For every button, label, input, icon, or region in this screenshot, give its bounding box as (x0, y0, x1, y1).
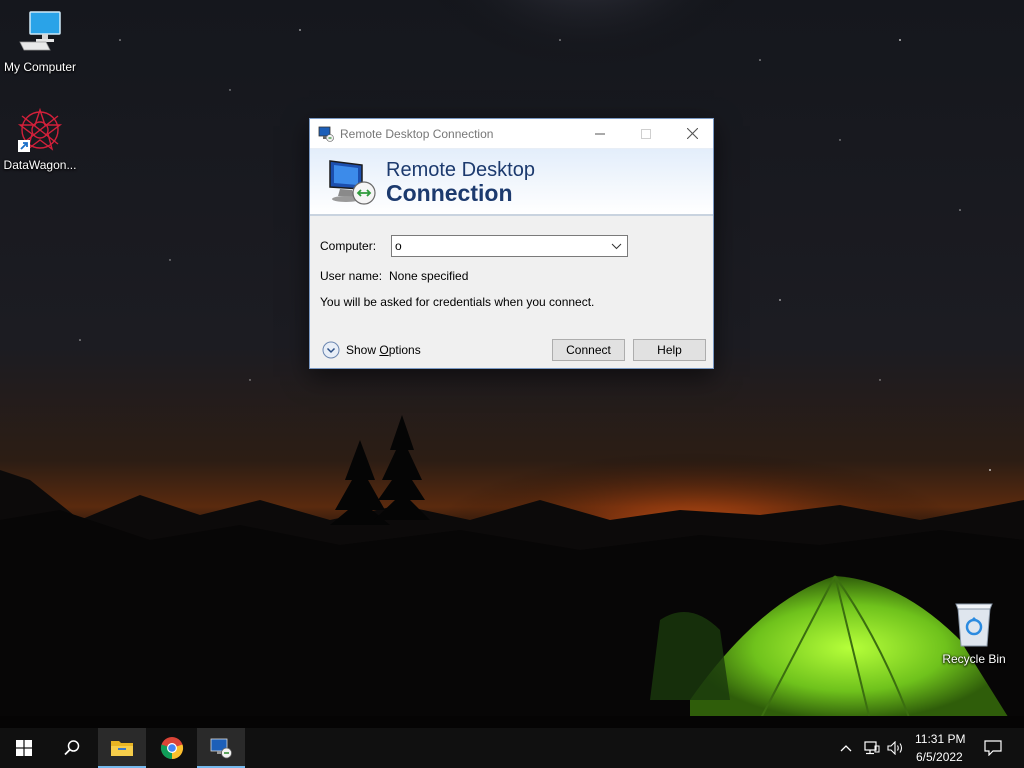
banner-title-line1: Remote Desktop (386, 159, 535, 181)
network-icon (864, 741, 880, 755)
network-tray-button[interactable] (859, 728, 885, 768)
remote-desktop-icon (210, 738, 232, 759)
title-bar[interactable]: Remote Desktop Connection (310, 119, 713, 148)
show-options-label: Show Options (346, 343, 421, 357)
desktop-icon-label: My Computer (3, 60, 77, 74)
maximize-icon (641, 128, 651, 139)
chevron-down-icon[interactable] (611, 241, 622, 252)
search-icon (64, 740, 80, 756)
desktop-icon-label: DataWagon... (3, 158, 77, 172)
volume-tray-button[interactable] (884, 728, 908, 768)
chrome-icon (160, 737, 184, 760)
taskbar-remote-desktop[interactable] (197, 728, 245, 768)
search-button[interactable] (48, 728, 96, 768)
taskbar: 11:31 PM 6/5/2022 (0, 728, 1024, 768)
username-value: None specified (389, 269, 469, 283)
action-center-button[interactable] (978, 728, 1008, 768)
notification-icon (984, 740, 1002, 756)
start-button[interactable] (0, 728, 48, 768)
taskbar-chrome[interactable] (148, 728, 196, 768)
show-hidden-icons-button[interactable] (834, 728, 858, 768)
desktop-wallpaper (0, 0, 1024, 768)
window-title: Remote Desktop Connection (340, 126, 494, 141)
taskbar-file-explorer[interactable] (98, 728, 146, 768)
computer-label: Computer: (320, 239, 377, 253)
show-options-label-prefix: Show (346, 343, 380, 357)
remote-desktop-logo-icon (329, 160, 376, 205)
desktop-icon-recycle-bin[interactable]: Recycle Bin (934, 600, 1014, 666)
help-button[interactable]: Help (633, 339, 706, 361)
connect-button[interactable]: Connect (552, 339, 625, 361)
computer-combobox[interactable] (391, 235, 628, 257)
show-options-label-suffix: ptions (388, 343, 421, 357)
file-explorer-icon (111, 741, 133, 756)
dialog-banner: Remote Desktop Connection (310, 148, 713, 216)
chevron-up-icon (840, 745, 852, 752)
banner-title-line2: Connection (386, 180, 513, 206)
clock-date[interactable]: 6/5/2022 (916, 750, 963, 764)
close-icon (686, 128, 698, 139)
clock-time[interactable]: 11:31 PM (915, 732, 965, 746)
remote-desktop-app-icon (318, 126, 334, 142)
datawagon-icon (16, 106, 64, 154)
show-options-toggle[interactable]: Show Options (322, 341, 421, 359)
computer-input[interactable] (392, 237, 602, 255)
desktop-icon-label: Recycle Bin (942, 652, 1006, 666)
maximize-button (623, 119, 669, 148)
expand-options-icon (322, 341, 340, 359)
desktop-icon-datawagon[interactable]: DataWagon... (0, 106, 80, 172)
minimize-icon (595, 133, 605, 134)
volume-icon (887, 741, 903, 755)
minimize-button[interactable] (577, 119, 623, 148)
credentials-note: You will be asked for credentials when y… (320, 295, 595, 309)
desktop-icon-my-computer[interactable]: My Computer (0, 8, 80, 74)
windows-start-icon (16, 740, 32, 756)
show-options-accelerator: O (379, 343, 389, 357)
remote-desktop-dialog: Remote Desktop Connection Remote Desktop… (309, 118, 714, 369)
username-label: User name: (320, 269, 383, 283)
close-button[interactable] (669, 119, 715, 148)
computer-icon (16, 8, 64, 56)
recycle-bin-icon (950, 600, 998, 648)
